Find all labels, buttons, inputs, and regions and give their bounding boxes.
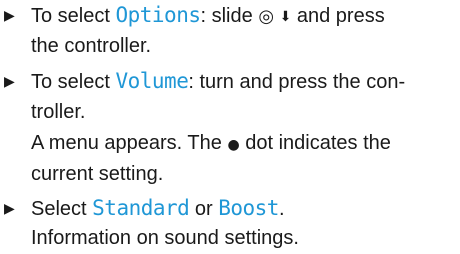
result-text-part: A menu appears. The	[31, 132, 228, 154]
step-text: .	[278, 198, 285, 220]
step-text: To select	[31, 71, 116, 93]
menu-term-standard: Standard	[92, 196, 190, 220]
result-line: current setting.	[31, 163, 164, 185]
info-text: Information on sound settings.	[31, 227, 299, 249]
instruction-page: ▶ To select Options: slide ◎ ⬇ and press…	[0, 0, 460, 254]
menu-term-volume: Volume	[115, 69, 189, 93]
step-text: : slide	[200, 5, 259, 27]
step-line: the controller.	[31, 35, 152, 57]
triangle-bullet-icon: ▶	[4, 7, 15, 23]
menu-term-boost: Boost	[218, 196, 279, 220]
menu-term-options: Options	[115, 3, 201, 27]
step-text: Select	[31, 198, 93, 220]
step-text: or	[189, 198, 219, 220]
result-text-part: dot indicates the	[239, 132, 391, 154]
controller-circle-icon: ◎	[258, 6, 275, 27]
triangle-bullet-icon: ▶	[4, 73, 15, 89]
step-line: troller.	[31, 101, 86, 123]
filled-dot-icon: ●	[227, 137, 240, 153]
step-text: : turn and press the con-	[188, 71, 406, 93]
step-line: Select Standard or Boost.	[31, 193, 285, 224]
arrow-down-icon: ⬇	[279, 9, 292, 25]
step-line: To select Volume: turn and press the con…	[31, 66, 405, 97]
step-text: To select	[31, 5, 116, 27]
result-line: A menu appears. The ● dot indicates the	[31, 128, 391, 160]
triangle-bullet-icon: ▶	[4, 200, 15, 216]
step-line: To select Options: slide ◎ ⬇ and press	[31, 0, 385, 33]
step-text: and press	[291, 5, 385, 27]
